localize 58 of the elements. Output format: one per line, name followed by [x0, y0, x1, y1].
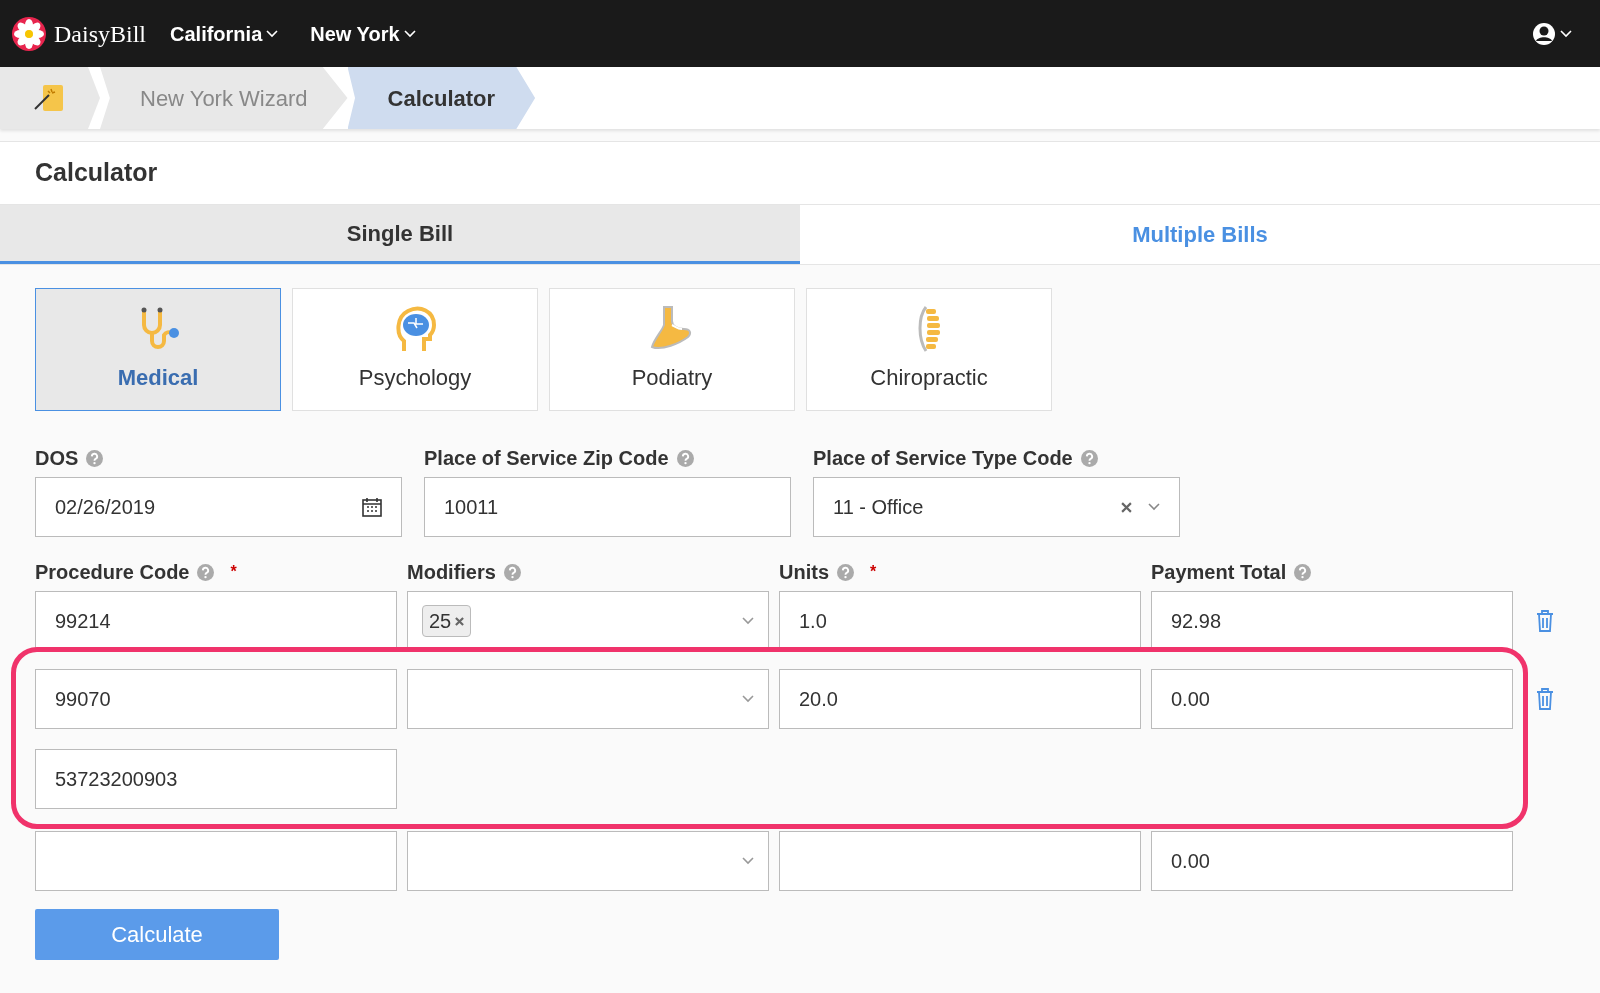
specialty-card[interactable]: Podiatry	[549, 288, 795, 411]
column-label: Procedure Code	[35, 560, 190, 585]
units-field[interactable]	[779, 831, 1141, 891]
remove-icon[interactable]	[455, 616, 465, 626]
procedure-code-field[interactable]	[35, 831, 397, 891]
help-icon[interactable]	[837, 563, 854, 581]
user-icon	[1532, 21, 1556, 46]
input-field[interactable]: 10011	[424, 477, 791, 537]
tab[interactable]: Single Bill	[0, 205, 800, 264]
specialty-card[interactable]: Psychology	[292, 288, 538, 411]
trash-icon	[1535, 687, 1555, 711]
chevron-down-icon	[403, 29, 416, 38]
field-label: Place of Service Type Code	[813, 446, 1073, 471]
delete-row-button[interactable]	[1535, 609, 1555, 633]
select-field[interactable]: 11 - Office	[813, 477, 1180, 537]
procedure-code-field[interactable]: 99070	[35, 669, 397, 729]
units-field[interactable]: 20.0	[779, 669, 1141, 729]
help-icon[interactable]	[1294, 563, 1312, 581]
help-icon[interactable]	[503, 563, 521, 581]
date-field[interactable]: 02/26/2019	[35, 477, 402, 537]
column-label: Modifiers	[407, 560, 496, 585]
delete-row-button[interactable]	[1535, 687, 1555, 711]
chevron-down-icon	[742, 857, 754, 865]
modifiers-select[interactable]	[407, 831, 769, 891]
trash-icon	[1535, 609, 1555, 633]
required-mark: *	[870, 562, 877, 582]
specialty-card[interactable]: Medical	[35, 288, 281, 411]
field-label: Place of Service Zip Code	[424, 446, 669, 471]
chevron-down-icon	[742, 695, 754, 703]
wizard-home-crumb[interactable]	[0, 67, 100, 129]
brand-name[interactable]: DaisyBill	[54, 15, 146, 52]
breadcrumb-link[interactable]: Calculator	[347, 67, 536, 129]
payment-total-field[interactable]: 92.98	[1151, 591, 1513, 651]
page-heading: Calculator	[34, 157, 159, 189]
ndc-field[interactable]: 53723200903	[35, 749, 397, 809]
nav-menu[interactable]: New York	[310, 18, 416, 49]
chevron-down-icon	[1560, 29, 1572, 38]
required-mark: *	[230, 562, 237, 582]
help-icon[interactable]	[86, 449, 104, 467]
payment-total-field[interactable]: 0.00	[1151, 669, 1513, 729]
help-icon[interactable]	[676, 449, 694, 467]
column-label: Payment Total	[1151, 560, 1287, 585]
modifiers-select[interactable]	[407, 669, 769, 729]
daisy-logo-icon[interactable]	[12, 16, 46, 51]
clear-icon[interactable]	[1121, 501, 1132, 513]
help-icon[interactable]	[1080, 449, 1098, 467]
account-menu[interactable]	[1532, 21, 1572, 46]
specialty-card[interactable]: Chiropractic	[806, 288, 1052, 411]
chevron-down-icon	[742, 617, 754, 625]
nav-menu[interactable]: California	[170, 18, 279, 49]
chevron-down-icon	[1148, 503, 1160, 511]
field-label: DOS	[35, 446, 79, 471]
modifier-tag[interactable]: 25	[422, 605, 472, 637]
payment-total-field[interactable]: 0.00	[1151, 831, 1513, 891]
help-icon[interactable]	[197, 563, 215, 581]
column-label: Units	[779, 560, 829, 585]
calendar-icon[interactable]	[362, 497, 382, 517]
chevron-down-icon	[266, 29, 279, 38]
